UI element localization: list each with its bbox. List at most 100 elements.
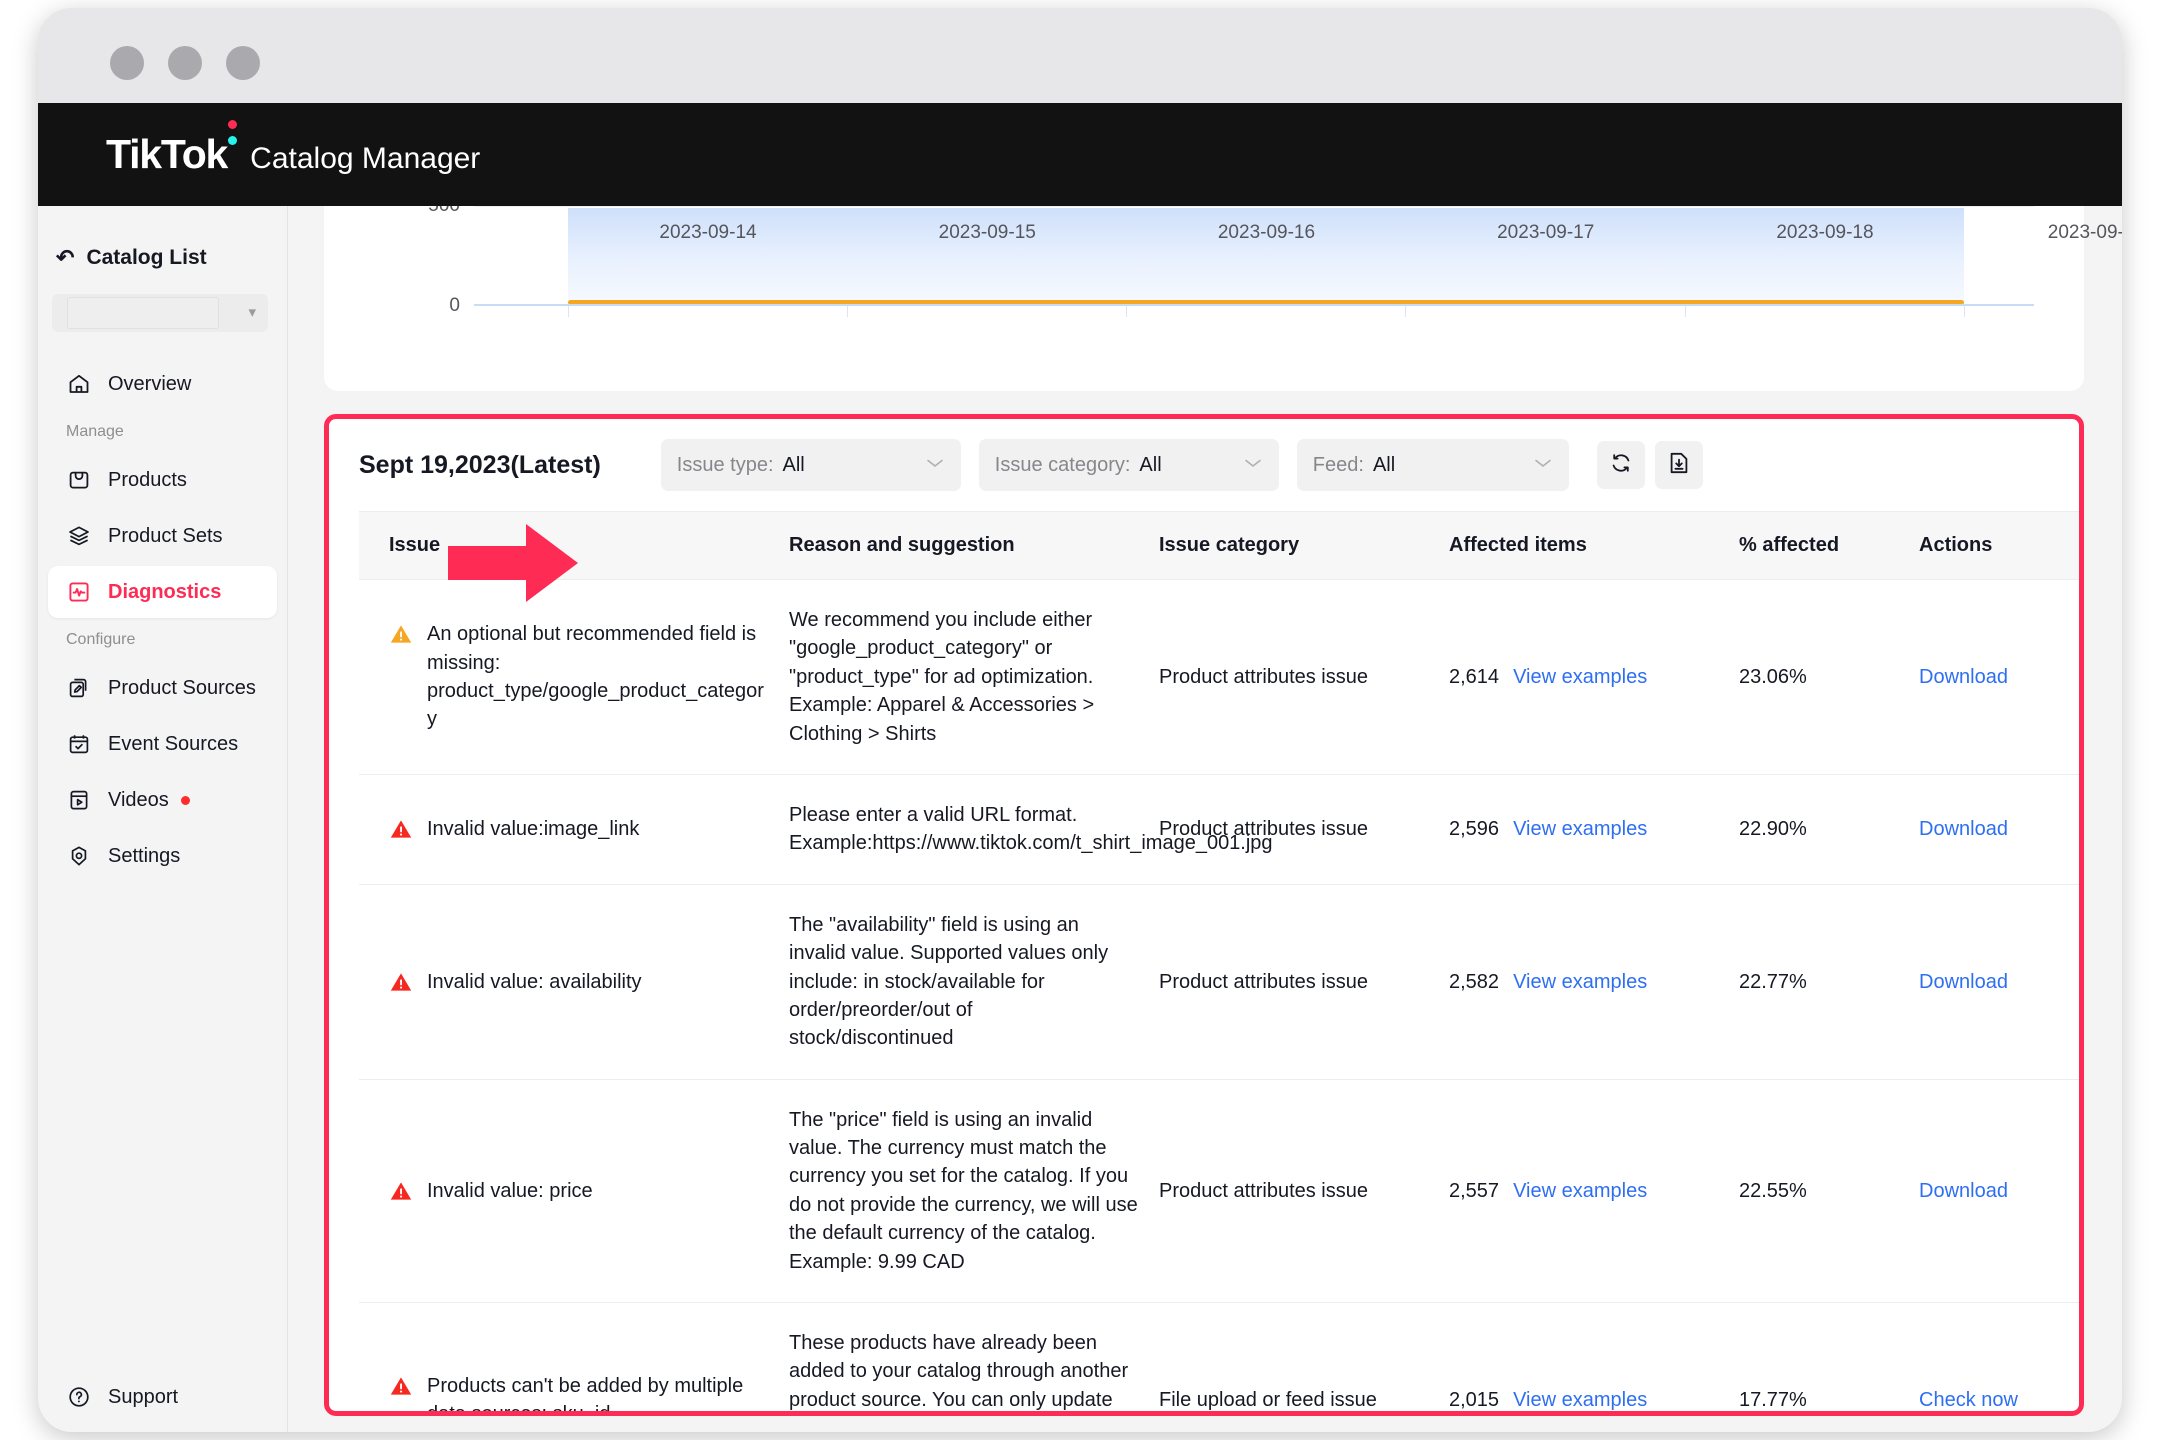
gear-hex-icon — [66, 843, 92, 869]
chart-xtick-label: 2023-09-19 — [2047, 222, 2122, 243]
sidebar-item-overview[interactable]: Overview — [48, 358, 277, 410]
cell-reason: The "price" field is using an invalid va… — [779, 1079, 1149, 1304]
chevron-down-icon: ▾ — [248, 304, 256, 321]
view-examples-link[interactable]: View examples — [1513, 815, 1647, 843]
export-button[interactable] — [1654, 441, 1703, 489]
cell-issue: Products can't be added by multiple data… — [359, 1302, 779, 1416]
pulse-icon — [66, 579, 92, 605]
table-header-row: Issue Reason and suggestion Issue catego… — [359, 511, 2079, 580]
feed-filter[interactable]: Feed: All — [1296, 439, 1569, 491]
cell-issue: An optional but recommended field is mis… — [359, 579, 779, 775]
view-examples-link[interactable]: View examples — [1513, 663, 1647, 691]
sidebar-item-diagnostics[interactable]: Diagnostics — [48, 566, 277, 618]
cell-pct-affected: 22.90% — [1729, 774, 1909, 885]
affected-items-count: 2,582 — [1449, 970, 1500, 993]
diagnostics-table-head: Issue Reason and suggestion Issue catego… — [359, 511, 2079, 580]
issue-type-filter-value: All — [782, 453, 805, 476]
cell-pct-affected: 22.77% — [1729, 884, 1909, 1080]
chart-tick — [1126, 306, 1128, 317]
table-row: Products can't be added by multiple data… — [359, 1302, 2079, 1416]
cell-affected-items: 2,582 View examples — [1439, 884, 1729, 1080]
sidebar-item-label: Settings — [108, 844, 181, 867]
cell-issue-category: Product attributes issue — [1149, 884, 1439, 1080]
cell-actions: Download — [1909, 774, 2079, 885]
cell-issue-category: Product attributes issue — [1149, 1079, 1439, 1304]
cell-affected-items: 2,614 View examples — [1439, 579, 1729, 775]
cell-affected-items: 2,015 View examples — [1439, 1302, 1729, 1411]
refresh-button[interactable] — [1596, 441, 1645, 489]
cell-issue: Invalid value:image_link — [359, 774, 779, 885]
row-action-link[interactable]: Download — [1919, 818, 2008, 840]
sidebar-item-label: Product Sources — [108, 676, 256, 699]
items-chart-plot: 500 0 2023-09-14 2023-09-15 2023-09-16 2… — [428, 206, 2122, 317]
refresh-icon — [1608, 450, 1634, 481]
sidebar-item-label: Products — [108, 468, 187, 491]
sidebar-item-label: Event Sources — [108, 732, 239, 755]
chart-ytick-0: 0 — [449, 295, 460, 316]
row-action-link[interactable]: Download — [1919, 1180, 2008, 1202]
chevron-down-icon — [925, 456, 945, 474]
issue-type-filter[interactable]: Issue type: All — [660, 439, 961, 491]
issue-category-filter[interactable]: Issue category: All — [978, 439, 1279, 491]
chart-tick — [1684, 306, 1686, 317]
cell-reason: The "availability" field is using an inv… — [779, 884, 1149, 1080]
catalog-list-label: Catalog List — [86, 246, 207, 269]
affected-items-count: 2,596 — [1449, 818, 1500, 841]
feed-filter-label: Feed: — [1312, 453, 1364, 476]
col-header-actions: Actions — [1909, 511, 2079, 580]
view-examples-link[interactable]: View examples — [1513, 1177, 1647, 1205]
row-action-link[interactable]: Download — [1919, 971, 2008, 993]
sidebar-item-label: Product Sets — [108, 524, 223, 547]
window-close-button[interactable] — [110, 46, 144, 80]
col-header-reason: Reason and suggestion — [779, 511, 1149, 580]
col-header-pct: % affected — [1729, 511, 1909, 580]
issue-category-filter-value: All — [1139, 453, 1162, 476]
cell-reason: These products have already been added t… — [779, 1302, 1149, 1411]
window-minimize-button[interactable] — [168, 46, 202, 80]
window-maximize-button[interactable] — [226, 46, 260, 80]
file-download-icon — [1666, 450, 1692, 481]
sidebar-item-products[interactable]: Products — [48, 454, 277, 506]
diagnostics-table: Issue Reason and suggestion Issue catego… — [359, 511, 2079, 1416]
view-examples-link[interactable]: View examples — [1513, 1386, 1647, 1411]
cell-affected-items: 2,596 View examples — [1439, 774, 1729, 885]
cell-issue-category: File upload or feed issue — [1149, 1302, 1439, 1411]
cell-actions: Check now — [1909, 1302, 2079, 1411]
view-examples-link[interactable]: View examples — [1513, 968, 1647, 996]
items-chart-card: 500 0 2023-09-14 2023-09-15 2023-09-16 2… — [324, 206, 2122, 391]
chart-x-axis — [474, 304, 2034, 306]
issue-title: An optional but recommended field is mis… — [427, 623, 764, 731]
edit-document-icon — [66, 675, 92, 701]
brand-lockup[interactable]: TikTok Catalog Manager — [106, 120, 480, 178]
tiktok-colon-icon — [227, 120, 240, 168]
row-action-link[interactable]: Download — [1919, 666, 2008, 688]
sidebar-item-settings[interactable]: Settings — [48, 830, 277, 882]
error-triangle-icon — [389, 1179, 413, 1203]
sidebar-item-product-sets[interactable]: Product Sets — [48, 510, 277, 562]
chart-tick — [1405, 306, 1407, 317]
catalog-list-back-link[interactable]: ↶ Catalog List — [56, 246, 287, 270]
chart-tick — [1963, 306, 1965, 317]
layers-icon — [66, 523, 92, 549]
sidebar-item-support[interactable]: Support — [38, 1384, 178, 1410]
chart-xtick-label: 2023-09-18 — [1776, 222, 1874, 243]
sidebar-section-configure: Configure — [66, 631, 136, 648]
cell-issue: Invalid value: availability — [359, 884, 779, 1080]
cell-pct-affected: 17.77% — [1729, 1302, 1909, 1411]
sidebar-item-event-sources[interactable]: Event Sources — [48, 718, 277, 770]
affected-items-count: 2,614 — [1449, 665, 1500, 688]
issue-title: Invalid value:image_link — [427, 818, 640, 841]
issue-title: Products can't be added by multiple data… — [427, 1374, 744, 1416]
app-header: TikTok Catalog Manager — [38, 103, 2122, 206]
issue-title: Invalid value: price — [427, 1179, 593, 1202]
table-row: Invalid value:image_link Please enter a v… — [359, 774, 2079, 885]
window-titlebar — [38, 8, 2122, 103]
feed-filter-value: All — [1372, 453, 1396, 476]
sidebar-item-product-sources[interactable]: Product Sources — [48, 662, 277, 714]
diagnostics-table-body: An optional but recommended field is mis… — [359, 579, 2079, 1416]
catalog-select[interactable]: ▾ — [52, 294, 268, 332]
tiktok-logo: TikTok — [106, 120, 240, 178]
table-row: An optional but recommended field is mis… — [359, 579, 2079, 775]
sidebar-item-videos[interactable]: Videos — [48, 774, 277, 826]
row-action-link[interactable]: Check now — [1919, 1389, 2018, 1411]
